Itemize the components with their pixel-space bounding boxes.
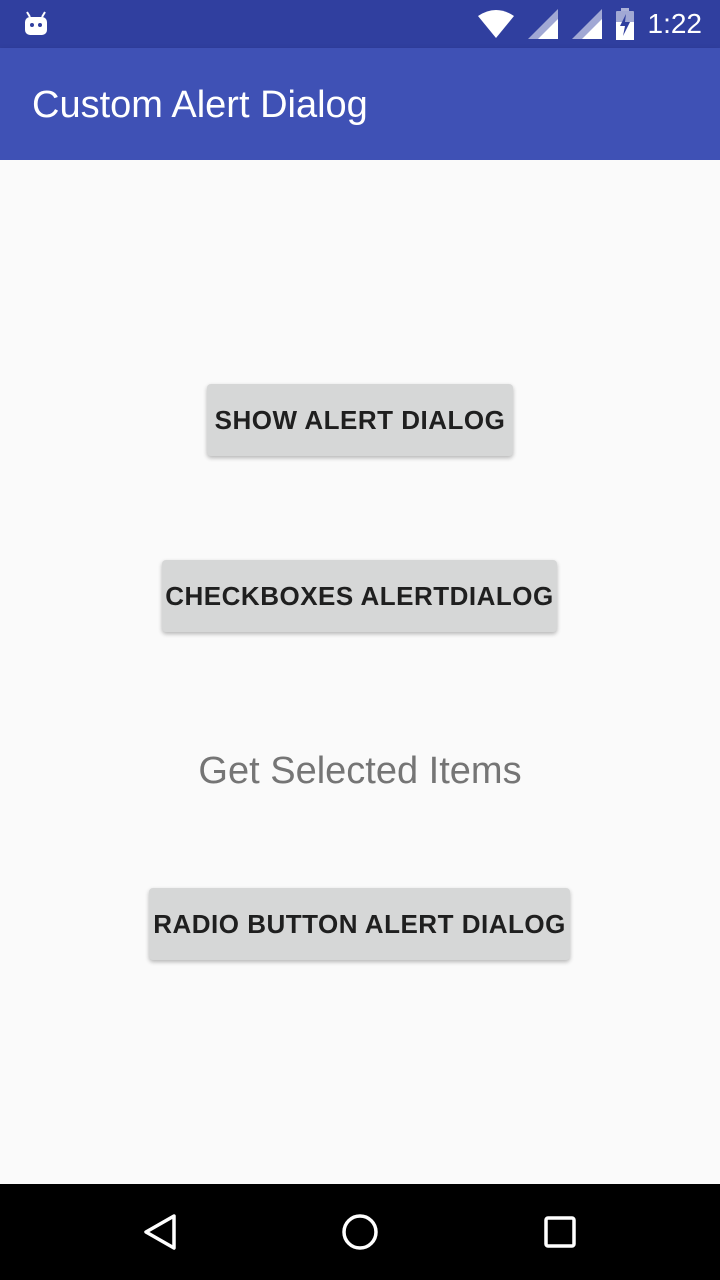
back-button[interactable] [136,1208,184,1256]
back-icon [144,1214,176,1250]
radio-button-alert-dialog-button[interactable]: RADIO BUTTON ALERT DIALOG [149,888,570,960]
clock-time: 1:22 [647,8,703,39]
page-title: Custom Alert Dialog [32,84,368,126]
checkboxes-alertdialog-button[interactable]: CHECKBOXES ALERTDIALOG [162,560,557,632]
home-button[interactable] [336,1208,384,1256]
main-content: SHOW ALERT DIALOG CHECKBOXES ALERTDIALOG… [0,160,720,1184]
navigation-bar [0,1184,720,1280]
signal-icon-2 [571,9,602,39]
status-icons: 1:22 [477,0,703,48]
signal-icon [527,9,558,39]
battery-charging-icon [615,8,634,40]
android-notification-icon [25,11,47,35]
show-alert-dialog-button[interactable]: SHOW ALERT DIALOG [207,384,513,456]
home-icon [342,1214,378,1250]
status-bar: 1:22 [0,0,720,48]
wifi-icon [477,10,514,38]
recent-apps-icon [544,1216,576,1248]
recent-apps-button[interactable] [536,1208,584,1256]
app-bar: Custom Alert Dialog [0,48,720,160]
selected-items-text: Get Selected Items [198,750,522,792]
